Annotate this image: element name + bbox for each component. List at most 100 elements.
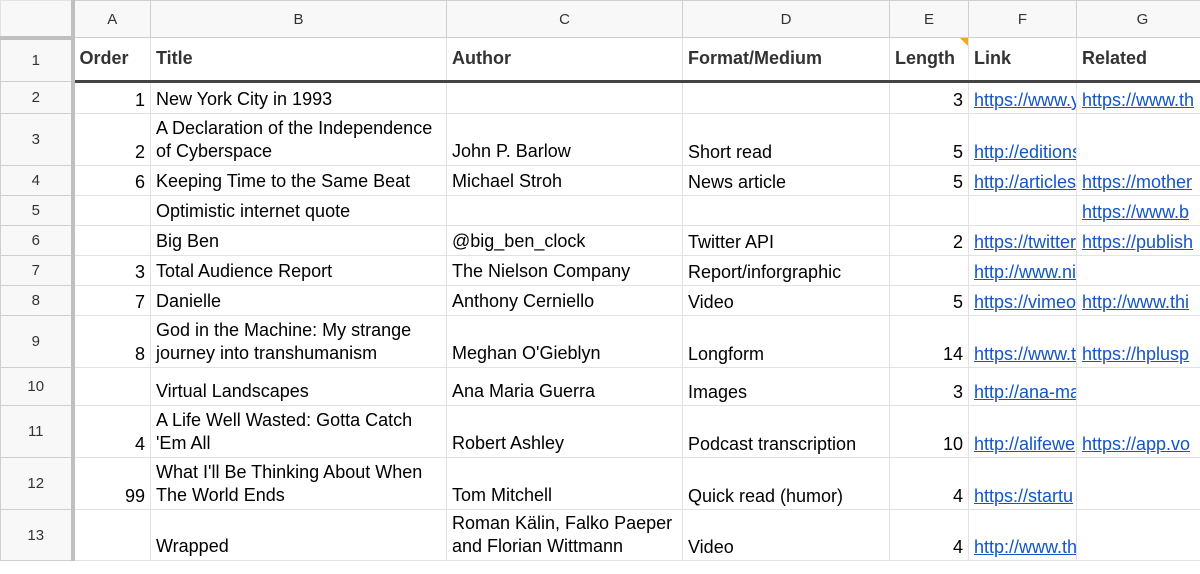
cell-length[interactable]: 4 <box>889 509 969 561</box>
cell-order[interactable]: 2 <box>72 113 151 166</box>
select-all-corner[interactable] <box>0 0 75 40</box>
header-cell-related[interactable]: Related <box>1076 37 1200 83</box>
cell-length[interactable]: 14 <box>889 315 969 368</box>
cell-order[interactable]: 99 <box>72 457 151 510</box>
cell-title[interactable]: Total Audience Report <box>150 255 447 286</box>
header-cell-order[interactable]: Order <box>72 37 151 83</box>
cell-author[interactable]: Roman Kälin, Falko Paeper and Florian Wi… <box>446 509 683 561</box>
cell-related[interactable] <box>1076 113 1200 166</box>
cell-format[interactable] <box>682 195 890 226</box>
cell-author[interactable]: John P. Barlow <box>446 113 683 166</box>
cell-order[interactable]: 8 <box>72 315 151 368</box>
cell-author[interactable]: @big_ben_clock <box>446 225 683 256</box>
row-header[interactable]: 4 <box>0 165 75 196</box>
cell-order[interactable] <box>72 225 151 256</box>
cell-link[interactable]: https://www.t <box>968 315 1077 368</box>
cell-link[interactable]: http://editions <box>968 113 1077 166</box>
cell-title[interactable]: Virtual Landscapes <box>150 367 447 406</box>
cell-related[interactable] <box>1076 367 1200 406</box>
cell-format[interactable]: Quick read (humor) <box>682 457 890 510</box>
row-header[interactable]: 5 <box>0 195 75 226</box>
cell-order[interactable] <box>72 195 151 226</box>
row-header[interactable]: 13 <box>0 509 75 561</box>
cell-length[interactable]: 5 <box>889 113 969 166</box>
cell-link[interactable]: http://www.th <box>968 509 1077 561</box>
cell-title[interactable]: Optimistic internet quote <box>150 195 447 226</box>
cell-author[interactable]: The Nielson Company <box>446 255 683 286</box>
cell-related[interactable] <box>1076 457 1200 510</box>
row-header[interactable]: 7 <box>0 255 75 286</box>
cell-author[interactable]: Anthony Cerniello <box>446 285 683 316</box>
cell-related[interactable]: http://www.thi <box>1076 285 1200 316</box>
cell-author[interactable] <box>446 81 683 114</box>
cell-link[interactable] <box>968 195 1077 226</box>
column-header-f[interactable]: F <box>968 0 1077 38</box>
cell-related[interactable]: https://app.vo <box>1076 405 1200 458</box>
cell-title[interactable]: Keeping Time to the Same Beat <box>150 165 447 196</box>
cell-author[interactable]: Robert Ashley <box>446 405 683 458</box>
cell-title[interactable]: New York City in 1993 <box>150 81 447 114</box>
row-header[interactable]: 9 <box>0 315 75 368</box>
header-cell-format[interactable]: Format/Medium <box>682 37 890 83</box>
cell-order[interactable]: 1 <box>72 81 151 114</box>
cell-format[interactable]: Longform <box>682 315 890 368</box>
cell-format[interactable]: Video <box>682 285 890 316</box>
cell-related[interactable]: https://publish <box>1076 225 1200 256</box>
cell-title[interactable]: A Declaration of the Independence of Cyb… <box>150 113 447 166</box>
cell-length[interactable] <box>889 195 969 226</box>
cell-title[interactable]: Big Ben <box>150 225 447 256</box>
cell-order[interactable] <box>72 367 151 406</box>
cell-order[interactable]: 6 <box>72 165 151 196</box>
row-header[interactable]: 6 <box>0 225 75 256</box>
cell-format[interactable]: Images <box>682 367 890 406</box>
row-header[interactable]: 10 <box>0 367 75 406</box>
cell-link[interactable]: https://www.y <box>968 81 1077 114</box>
row-header[interactable]: 3 <box>0 113 75 166</box>
cell-order[interactable]: 4 <box>72 405 151 458</box>
cell-link[interactable]: http://articles <box>968 165 1077 196</box>
cell-format[interactable]: Report/inforgraphic <box>682 255 890 286</box>
column-header-b[interactable]: B <box>150 0 447 38</box>
column-header-a[interactable]: A <box>72 0 151 38</box>
cell-length[interactable]: 10 <box>889 405 969 458</box>
cell-title[interactable]: God in the Machine: My strange journey i… <box>150 315 447 368</box>
column-header-d[interactable]: D <box>682 0 890 38</box>
cell-title[interactable]: A Life Well Wasted: Gotta Catch 'Em All <box>150 405 447 458</box>
cell-length[interactable]: 2 <box>889 225 969 256</box>
cell-related[interactable] <box>1076 255 1200 286</box>
cell-format[interactable]: Video <box>682 509 890 561</box>
cell-author[interactable]: Tom Mitchell <box>446 457 683 510</box>
column-header-g[interactable]: G <box>1076 0 1200 38</box>
cell-title[interactable]: What I'll Be Thinking About When The Wor… <box>150 457 447 510</box>
cell-length[interactable] <box>889 255 969 286</box>
cell-related[interactable]: https://mother <box>1076 165 1200 196</box>
cell-order[interactable] <box>72 509 151 561</box>
cell-format[interactable]: Short read <box>682 113 890 166</box>
row-header[interactable]: 1 <box>0 37 75 82</box>
cell-link[interactable]: http://www.ni <box>968 255 1077 286</box>
column-header-e[interactable]: E <box>889 0 969 38</box>
cell-format[interactable]: Podcast transcription <box>682 405 890 458</box>
cell-related[interactable] <box>1076 509 1200 561</box>
cell-length[interactable]: 3 <box>889 367 969 406</box>
cell-author[interactable]: Michael Stroh <box>446 165 683 196</box>
comment-marker-icon[interactable] <box>960 38 968 46</box>
header-cell-link[interactable]: Link <box>968 37 1077 83</box>
header-cell-length[interactable]: Length <box>889 37 969 83</box>
cell-format[interactable] <box>682 81 890 114</box>
row-header[interactable]: 12 <box>0 457 75 510</box>
cell-length[interactable]: 4 <box>889 457 969 510</box>
cell-author[interactable]: Meghan O'Gieblyn <box>446 315 683 368</box>
cell-link[interactable]: https://startu <box>968 457 1077 510</box>
cell-format[interactable]: Twitter API <box>682 225 890 256</box>
cell-link[interactable]: https://vimeo <box>968 285 1077 316</box>
row-header[interactable]: 2 <box>0 81 75 114</box>
cell-length[interactable]: 5 <box>889 285 969 316</box>
header-cell-title[interactable]: Title <box>150 37 447 83</box>
cell-order[interactable]: 7 <box>72 285 151 316</box>
column-header-c[interactable]: C <box>446 0 683 38</box>
cell-format[interactable]: News article <box>682 165 890 196</box>
cell-related[interactable]: https://www.th <box>1076 81 1200 114</box>
row-header[interactable]: 11 <box>0 405 75 458</box>
row-header[interactable]: 8 <box>0 285 75 316</box>
